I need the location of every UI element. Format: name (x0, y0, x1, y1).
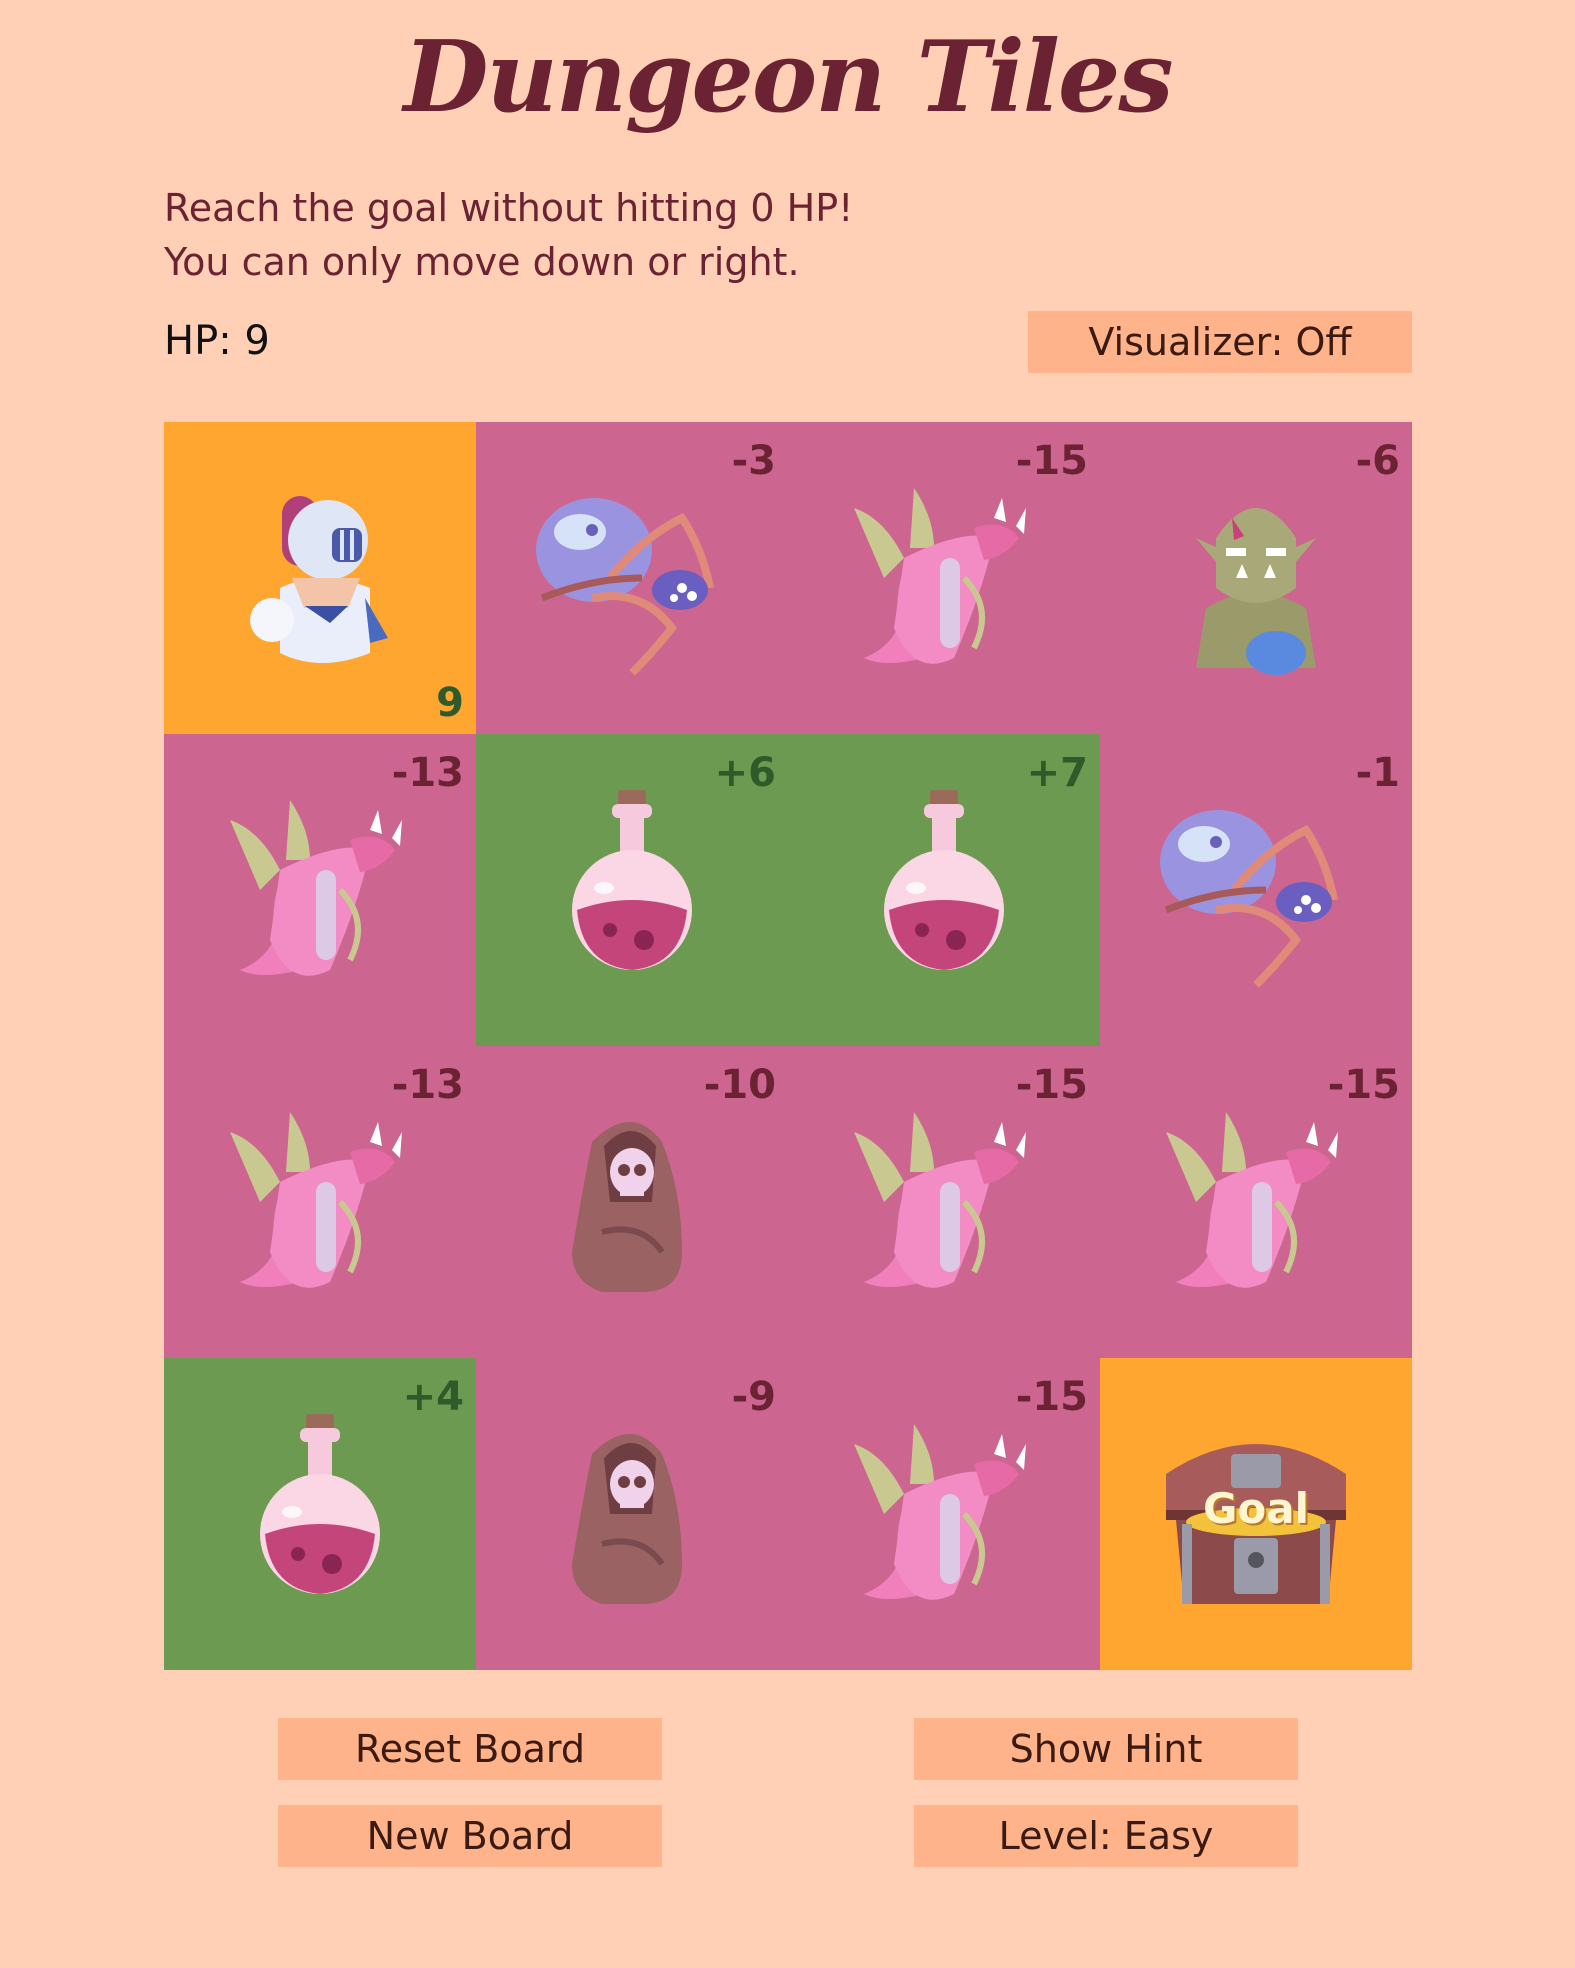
tile-r4-c1[interactable]: +4 (164, 1358, 476, 1670)
instruction-line-2: You can only move down or right. (164, 240, 800, 284)
potion-icon (532, 790, 732, 990)
tile-r4-c4[interactable]: Goal (1100, 1358, 1412, 1670)
spider-icon (532, 478, 732, 678)
tile-r2-c2[interactable]: +6 (476, 734, 788, 1046)
tile-r1-c4[interactable]: -6 (1100, 422, 1412, 734)
tile-value: -6 (1355, 438, 1400, 484)
tile-r3-c3[interactable]: -15 (788, 1046, 1100, 1358)
tile-r4-c2[interactable]: -9 (476, 1358, 788, 1670)
tile-value: -15 (1015, 1374, 1088, 1420)
tile-r2-c1[interactable]: -13 (164, 734, 476, 1046)
tile-value: -1 (1355, 750, 1400, 796)
tile-r4-c3[interactable]: -15 (788, 1358, 1100, 1670)
dragon-icon (1156, 1102, 1356, 1302)
game-title: Dungeon Tiles (403, 20, 1173, 135)
tile-value: +4 (402, 1374, 464, 1420)
goal-label: Goal (1202, 1484, 1310, 1533)
show-hint-button[interactable]: Show Hint (914, 1718, 1298, 1780)
new-board-button[interactable]: New Board (278, 1805, 662, 1867)
tile-r1-c2[interactable]: -3 (476, 422, 788, 734)
tile-value: -15 (1327, 1062, 1400, 1108)
reaper-icon (532, 1102, 732, 1302)
spider-icon (1156, 790, 1356, 990)
visualizer-toggle-button[interactable]: Visualizer: Off (1028, 311, 1412, 373)
instruction-line-1: Reach the goal without hitting 0 HP! (164, 186, 854, 230)
tile-value: +6 (714, 750, 776, 796)
dragon-icon (844, 478, 1044, 678)
tile-value: -10 (703, 1062, 776, 1108)
tile-r3-c1[interactable]: -13 (164, 1046, 476, 1358)
dragon-icon (220, 790, 420, 990)
reset-board-button[interactable]: Reset Board (278, 1718, 662, 1780)
potion-icon (844, 790, 1044, 990)
dragon-icon (844, 1102, 1044, 1302)
orc-icon (1156, 478, 1356, 678)
hp-display: HP: 9 (164, 318, 270, 364)
tile-value: -13 (391, 750, 464, 796)
game-board: 9 -3 -15 -6 -13 +6 +7 -1 -13 -10 -15 -15… (164, 422, 1412, 1670)
tile-r3-c2[interactable]: -10 (476, 1046, 788, 1358)
tile-r2-c4[interactable]: -1 (1100, 734, 1412, 1046)
tile-r3-c4[interactable]: -15 (1100, 1046, 1412, 1358)
reaper-icon (532, 1414, 732, 1614)
tile-r2-c3[interactable]: +7 (788, 734, 1100, 1046)
tile-value: -13 (391, 1062, 464, 1108)
dragon-icon (844, 1414, 1044, 1614)
tile-r1-c3[interactable]: -15 (788, 422, 1100, 734)
tile-value: -9 (731, 1374, 776, 1420)
tile-r1-c1[interactable]: 9 (164, 422, 476, 734)
potion-icon (220, 1414, 420, 1614)
tile-value: +7 (1026, 750, 1088, 796)
tile-value: -15 (1015, 438, 1088, 484)
level-select-button[interactable]: Level: Easy (914, 1805, 1298, 1867)
dragon-icon (220, 1102, 420, 1302)
tile-hp-value: 9 (436, 680, 464, 726)
knight-icon (220, 478, 420, 678)
tile-value: -15 (1015, 1062, 1088, 1108)
tile-value: -3 (731, 438, 776, 484)
